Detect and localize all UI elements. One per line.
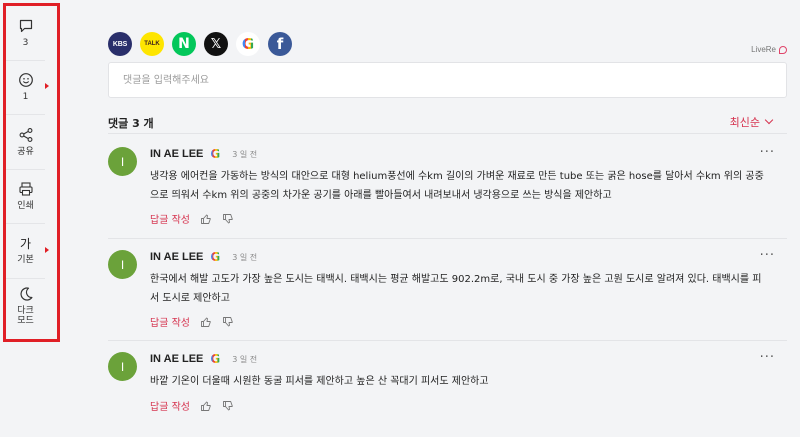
sort-dropdown[interactable]: 최신순 (729, 114, 774, 130)
kakao-login-button[interactable]: TALK (140, 32, 164, 56)
google-login-button[interactable]: G (236, 32, 260, 56)
reply-button[interactable]: 답글 작성 (150, 314, 190, 329)
expand-arrow-icon (45, 83, 49, 90)
font-size-icon: 가 (19, 236, 32, 251)
comment-text: 바깥 기온이 더울때 시원한 동굴 피서를 제안하고 높은 산 꼭대기 피서도 … (150, 376, 489, 387)
kbs-login-button[interactable]: KBS (108, 32, 132, 56)
reaction-count: 1 (22, 92, 29, 103)
avatar: I (108, 147, 137, 176)
expand-arrow-icon (45, 246, 49, 253)
comment-text: 냉각용 에어컨을 가동하는 방식의 대안으로 대형 helium풍선에 수km … (150, 171, 764, 201)
divider (108, 238, 787, 239)
thumbs-down-icon[interactable] (222, 213, 234, 225)
thumbs-down-icon[interactable] (222, 316, 234, 328)
author-name: IN AE LEE (150, 251, 204, 263)
x-login-button[interactable]: 𝕏 (204, 32, 228, 56)
livere-logo-icon (779, 45, 787, 54)
timestamp: 3 일 전 (232, 252, 258, 262)
comment-count: 3 (22, 37, 29, 48)
share-label: 공유 (17, 146, 34, 157)
comment-item: I IN AE LEE G 3 일 전 ··· 냉각용 에어컨을 가동하는 방식… (108, 145, 787, 227)
google-icon: G (210, 147, 221, 161)
smiley-icon (18, 73, 33, 88)
thumbs-up-icon[interactable] (200, 316, 212, 328)
timestamp: 3 일 전 (232, 354, 258, 364)
comment-icon (19, 19, 32, 32)
author-name: IN AE LEE (150, 148, 204, 160)
chevron-down-icon (764, 115, 774, 125)
comment-actions: 답글 작성 (150, 211, 234, 226)
timestamp: 3 일 전 (232, 149, 258, 159)
comment-item: I IN AE LEE G 3 일 전 ··· 바깥 기온이 더울때 시원한 동… (108, 350, 787, 414)
comment-count-header: 댓글 3 개 (108, 117, 154, 130)
sidebar-item-comments[interactable]: 3 (6, 6, 45, 61)
comment-input[interactable] (108, 62, 787, 98)
comment-item: I IN AE LEE G 3 일 전 ··· 한국에서 해발 고도가 가장 높… (108, 248, 787, 330)
sort-label: 최신순 (729, 116, 760, 129)
font-size-label: 기본 (17, 254, 34, 265)
comment-actions: 답글 작성 (150, 398, 234, 413)
more-options-icon[interactable]: ··· (760, 248, 775, 263)
reply-button[interactable]: 답글 작성 (150, 211, 190, 226)
avatar: I (108, 250, 137, 279)
comment-header: IN AE LEE G 3 일 전 (150, 250, 257, 264)
avatar: I (108, 352, 137, 381)
livere-label: LiveRe (751, 45, 776, 54)
print-icon (18, 182, 33, 196)
livere-brand[interactable]: LiveRe (751, 45, 787, 54)
sidebar-item-dark-mode[interactable]: 다크 모드 (6, 279, 45, 334)
google-icon: G (210, 250, 221, 264)
facebook-login-button[interactable]: f (268, 32, 292, 56)
thumbs-down-icon[interactable] (222, 400, 234, 412)
reply-button[interactable]: 답글 작성 (150, 398, 190, 413)
sidebar-item-font-size[interactable]: 가 기본 (6, 224, 49, 279)
sidebar-item-reactions[interactable]: 1 (6, 61, 49, 115)
dark-mode-label: 다크 모드 (17, 305, 34, 326)
author-name: IN AE LEE (150, 353, 204, 365)
sidebar-item-print[interactable]: 인쇄 (6, 170, 45, 224)
sidebar: 3 1 공유 인쇄 가 기본 다크 모드 (6, 6, 49, 334)
thumbs-up-icon[interactable] (200, 400, 212, 412)
share-icon (19, 127, 32, 142)
print-label: 인쇄 (17, 201, 34, 212)
divider (108, 340, 787, 341)
divider (108, 133, 787, 134)
comment-header: IN AE LEE G 3 일 전 (150, 147, 257, 161)
comment-text: 한국에서 해발 고도가 가장 높은 도시는 태백시. 태백시는 평균 해발고도 … (150, 274, 762, 304)
more-options-icon[interactable]: ··· (760, 145, 775, 160)
sidebar-item-share[interactable]: 공유 (6, 115, 45, 170)
comment-header: IN AE LEE G 3 일 전 (150, 352, 257, 366)
google-icon: G (241, 35, 255, 53)
google-icon: G (210, 352, 221, 366)
thumbs-up-icon[interactable] (200, 213, 212, 225)
moon-icon (19, 287, 32, 301)
social-login-row: KBS TALK N 𝕏 G f (108, 32, 292, 56)
naver-login-button[interactable]: N (172, 32, 196, 56)
comment-actions: 답글 작성 (150, 314, 234, 329)
more-options-icon[interactable]: ··· (760, 350, 775, 365)
